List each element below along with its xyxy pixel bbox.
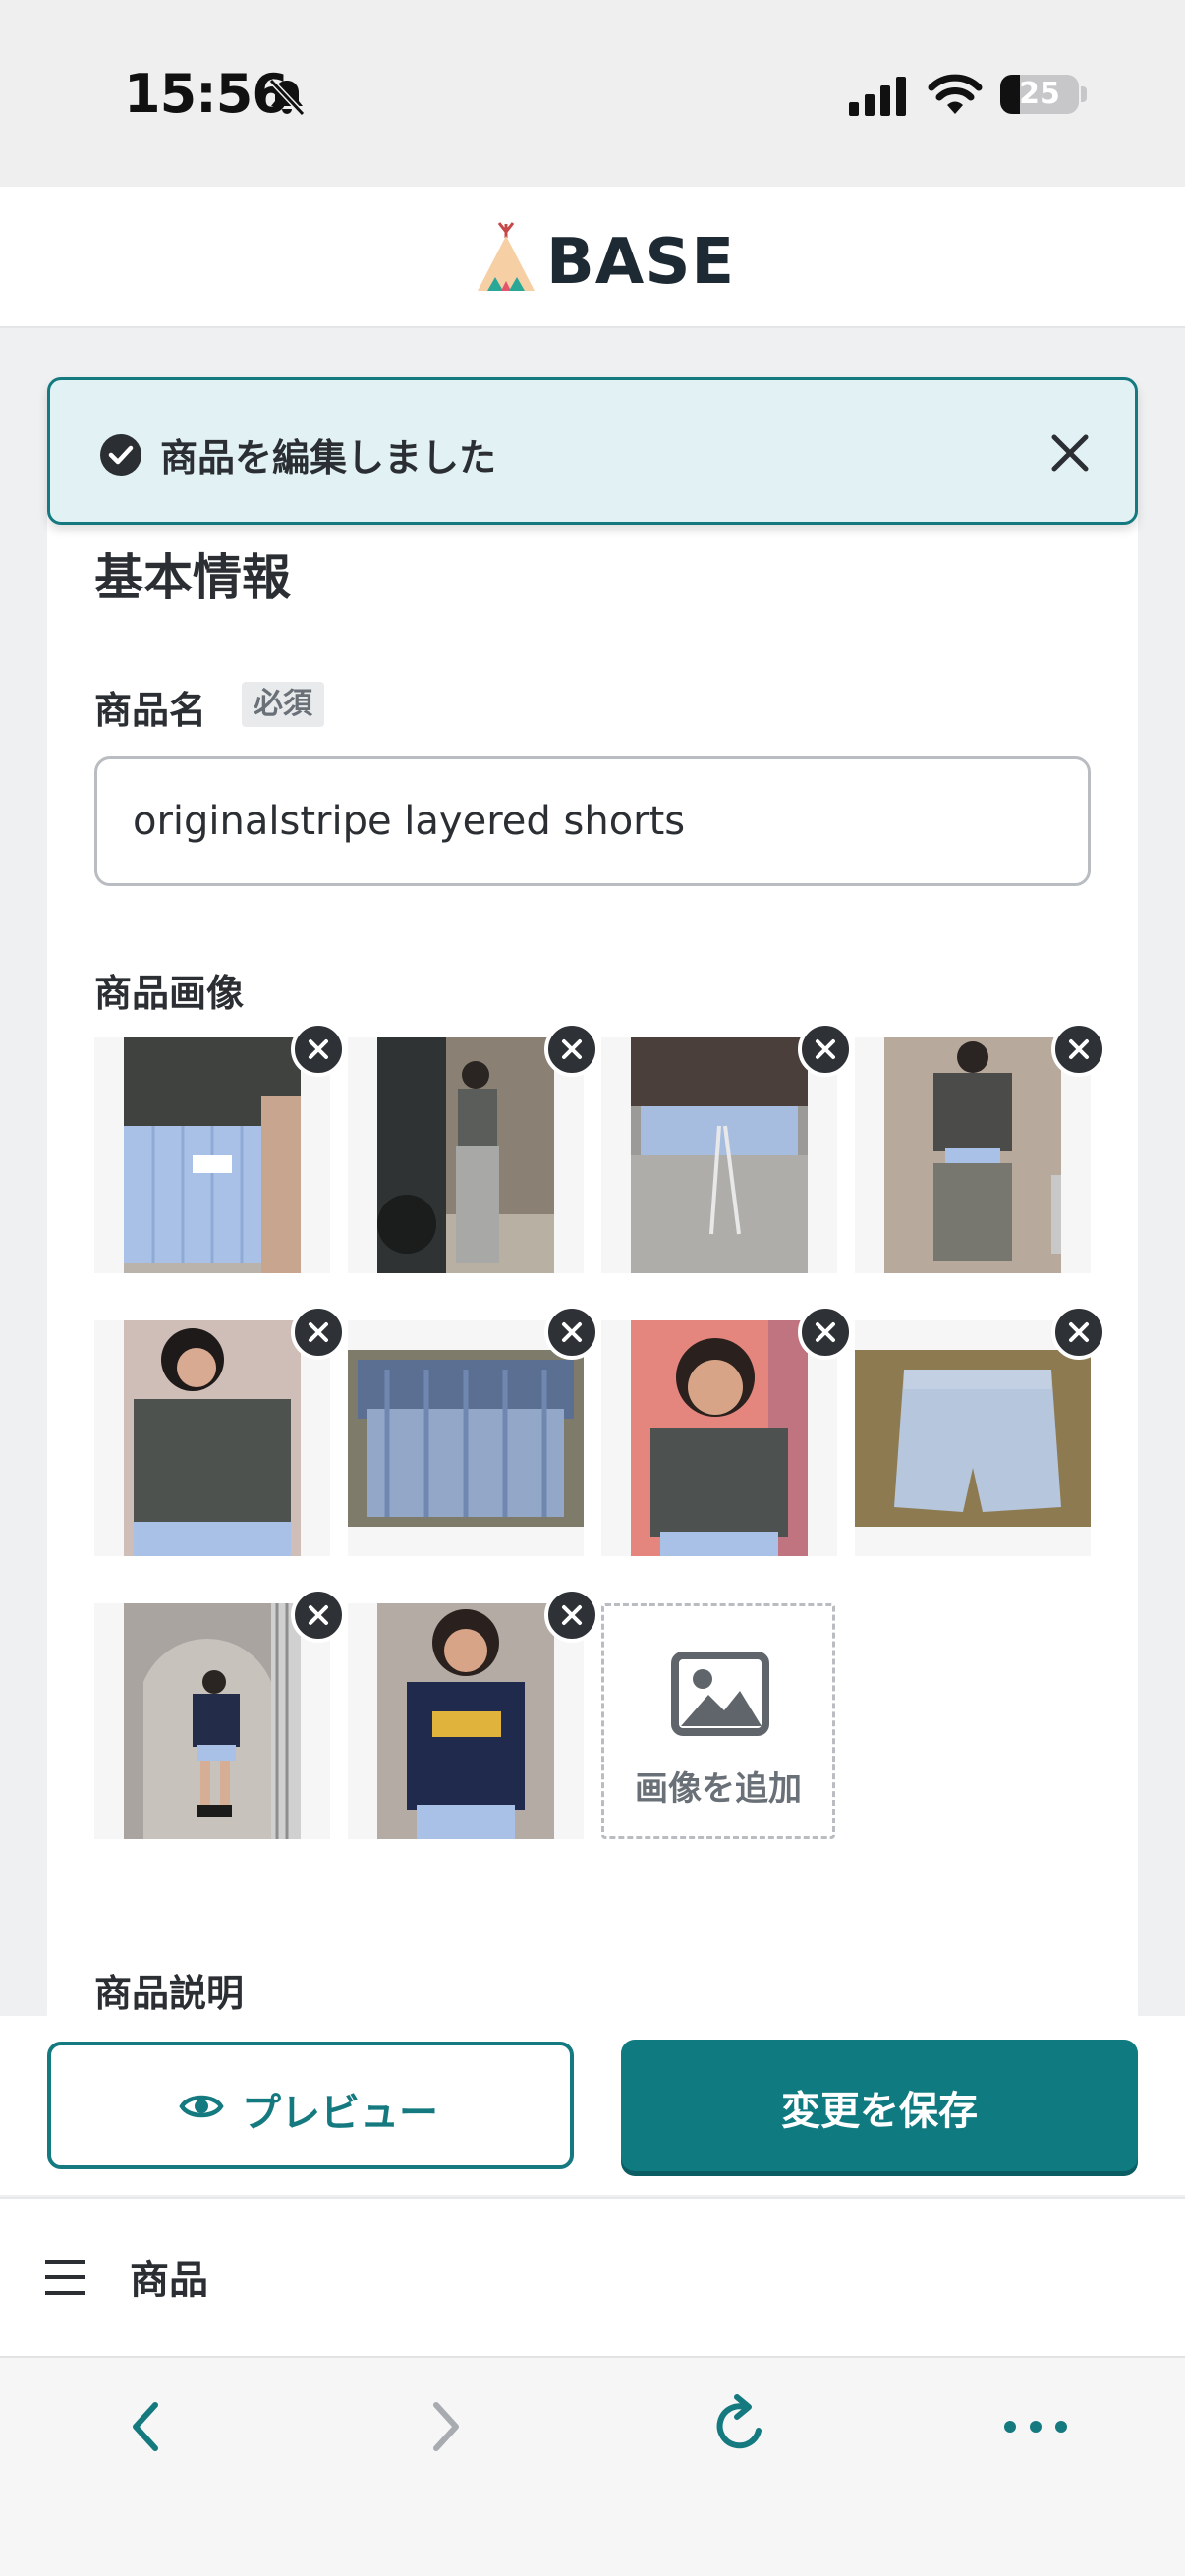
photo-selfie-pink-icon xyxy=(631,1320,808,1556)
save-changes-button[interactable]: 変更を保存 xyxy=(621,2040,1138,2171)
product-image-thumb[interactable] xyxy=(601,1022,853,1273)
battery-cap xyxy=(1081,86,1087,102)
photo-shorts-closeup-icon xyxy=(124,1037,301,1273)
close-icon xyxy=(1069,1039,1089,1059)
status-time: 15:56 xyxy=(124,63,289,125)
remove-image-button[interactable] xyxy=(291,1022,346,1077)
remove-image-button[interactable] xyxy=(291,1588,346,1643)
photo-full-body-car-icon xyxy=(377,1037,554,1273)
close-icon xyxy=(562,1322,582,1342)
wifi-icon xyxy=(928,74,983,114)
base-teepee-logo-icon xyxy=(478,222,535,291)
brand-logo-text[interactable]: BASE xyxy=(546,226,735,299)
photo-navy-sweatshirt-icon xyxy=(377,1603,554,1839)
close-icon xyxy=(309,1322,328,1342)
page-nav: 商品 xyxy=(0,2197,1185,2356)
remove-image-button[interactable] xyxy=(798,1305,853,1360)
product-images-label: 商品画像 xyxy=(94,972,245,1015)
close-icon xyxy=(309,1605,328,1625)
product-image-thumb[interactable] xyxy=(348,1305,599,1556)
remove-image-button[interactable] xyxy=(544,1022,599,1077)
success-toast: 商品を編集しました xyxy=(47,377,1138,525)
browser-toolbar xyxy=(0,2356,1185,2576)
preview-button[interactable]: プレビュー xyxy=(47,2042,574,2169)
photo-shorts-flat-icon xyxy=(855,1350,1091,1527)
close-icon xyxy=(1069,1322,1089,1342)
product-image-thumb[interactable] xyxy=(94,1305,346,1556)
remove-image-button[interactable] xyxy=(291,1305,346,1360)
product-image-thumb[interactable] xyxy=(94,1022,346,1273)
remove-image-button[interactable] xyxy=(544,1588,599,1643)
action-bar: プレビュー 変更を保存 xyxy=(0,2016,1185,2195)
remove-image-button[interactable] xyxy=(544,1305,599,1360)
close-icon[interactable] xyxy=(1043,425,1098,480)
hamburger-menu-icon[interactable] xyxy=(43,2258,86,2297)
product-image-thumb[interactable] xyxy=(94,1588,346,1839)
add-image-label: 画像を追加 xyxy=(635,1769,802,1809)
save-changes-label: 変更を保存 xyxy=(781,2089,978,2134)
back-arrow-icon[interactable] xyxy=(108,2387,187,2466)
image-add-icon xyxy=(671,1652,769,1736)
check-circle-icon xyxy=(100,434,141,476)
product-image-thumb[interactable] xyxy=(855,1305,1106,1556)
close-icon xyxy=(309,1039,328,1059)
battery-percent: 25 xyxy=(1019,77,1060,111)
product-image-thumb[interactable] xyxy=(855,1022,1106,1273)
product-image-thumb[interactable] xyxy=(348,1588,599,1839)
section-title-basic-info: 基本情報 xyxy=(94,549,291,606)
remove-image-button[interactable] xyxy=(1051,1022,1106,1077)
photo-mirror-navy-icon xyxy=(124,1603,301,1839)
photo-fabric-detail-icon xyxy=(348,1350,584,1527)
status-bar: 15:56 25 xyxy=(0,0,1185,187)
close-icon xyxy=(816,1322,835,1342)
add-image-button[interactable]: 画像を追加 xyxy=(601,1603,835,1839)
photo-selfie-top-icon xyxy=(124,1320,301,1556)
product-image-thumb[interactable] xyxy=(348,1022,599,1273)
bell-slash-icon xyxy=(268,78,306,117)
page-nav-title: 商品 xyxy=(130,2258,208,2303)
app-header: BASE xyxy=(0,187,1185,328)
close-icon xyxy=(562,1039,582,1059)
more-options-icon[interactable] xyxy=(996,2387,1075,2466)
product-description-label: 商品説明 xyxy=(94,1972,245,2015)
photo-full-body-gray-icon xyxy=(884,1037,1061,1273)
product-image-thumb[interactable] xyxy=(601,1305,853,1556)
photo-waistband-icon xyxy=(631,1037,808,1273)
remove-image-button[interactable] xyxy=(1051,1305,1106,1360)
cellular-signal-icon xyxy=(849,77,906,116)
battery-indicator: 25 xyxy=(1000,75,1079,114)
remove-image-button[interactable] xyxy=(798,1022,853,1077)
product-name-label: 商品名 xyxy=(94,689,207,732)
close-icon xyxy=(562,1605,582,1625)
required-badge: 必須 xyxy=(242,682,324,727)
basic-info-card: 基本情報 商品名 必須 商品画像 xyxy=(47,511,1138,2024)
product-name-input[interactable] xyxy=(94,756,1091,886)
screen: 15:56 25 BASE 基本情報 商品名 必須 originalstripe… xyxy=(0,0,1185,2576)
preview-button-label: プレビュー xyxy=(242,2091,438,2136)
reload-icon[interactable] xyxy=(702,2387,780,2466)
close-icon xyxy=(816,1039,835,1059)
forward-arrow-icon[interactable] xyxy=(405,2387,483,2466)
toast-message: 商品を編集しました xyxy=(160,436,497,479)
eye-icon xyxy=(179,2095,224,2118)
